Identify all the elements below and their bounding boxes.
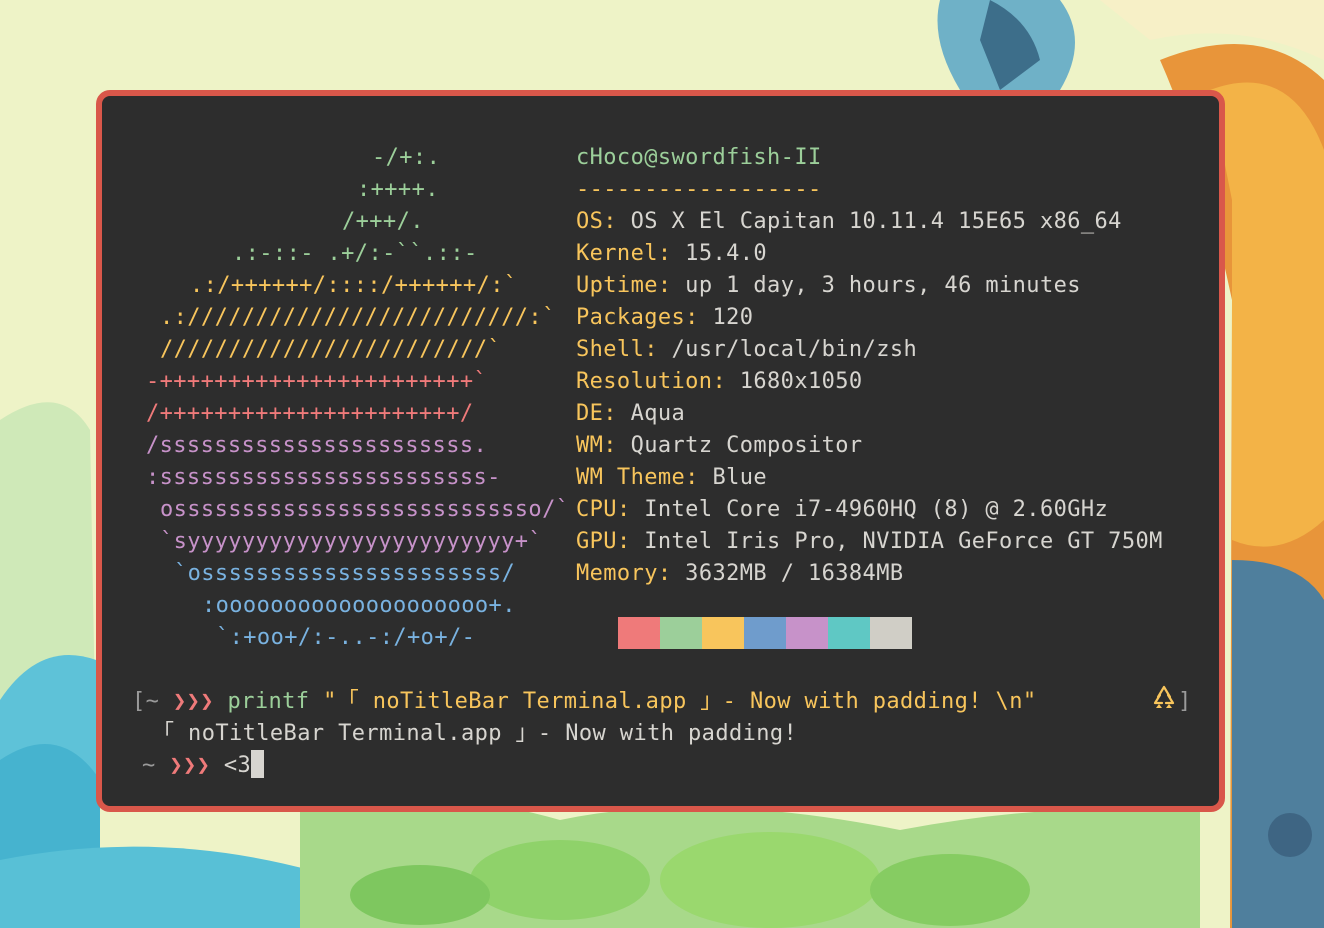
info-row: GPU: Intel Iris Pro, NVIDIA GeForce GT 7… xyxy=(576,529,1163,554)
info-value: OS X El Capitan 10.11.4 15E65 x86_64 xyxy=(630,209,1122,234)
terminal-window[interactable]: -/+:.:++++./+++/..:-::- .+/:-``.::-.:/++… xyxy=(96,90,1225,812)
palette-swatch xyxy=(618,617,660,649)
info-key: Resolution xyxy=(576,369,713,394)
prompt-line-2[interactable]: ~ ❯❯❯ <3 xyxy=(142,750,265,782)
palette-swatch xyxy=(870,617,912,649)
info-value: 120 xyxy=(712,305,754,330)
logo-line: `syyyyyyyyyyyyyyyyyyyyyyyy+` xyxy=(160,529,543,554)
palette-swatch xyxy=(786,617,828,649)
logo-line: /sssssssssssssssssssssss. xyxy=(146,433,488,458)
logo-line: -+++++++++++++++++++++++` xyxy=(146,369,488,394)
info-separator: ------------------ xyxy=(576,177,822,202)
info-key: OS xyxy=(576,209,604,234)
command-argument: "「 noTitleBar Terminal.app 」- Now with p… xyxy=(323,689,1037,714)
info-key: Shell xyxy=(576,337,645,362)
info-key: DE xyxy=(576,401,604,426)
info-value: Aqua xyxy=(630,401,686,426)
info-row: Kernel: 15.4.0 xyxy=(576,241,768,266)
info-key: Uptime xyxy=(576,273,658,298)
info-value: up 1 day, 3 hours, 46 minutes xyxy=(685,273,1081,298)
info-row: OS: OS X El Capitan 10.11.4 15E65 x86_64 xyxy=(576,209,1122,234)
info-row: CPU: Intel Core i7-4960HQ (8) @ 2.60GHz xyxy=(576,497,1109,522)
prompt-arrows: ❯❯❯ xyxy=(173,689,214,714)
recycle-icon xyxy=(1153,685,1175,708)
prompt-tilde: ~ xyxy=(142,753,156,778)
logo-line: :++++. xyxy=(357,177,439,202)
logo-line: :oooooooooooooooooooo+. xyxy=(202,593,516,618)
info-row: WM: Quartz Compositor xyxy=(576,433,863,458)
info-key: WM Theme xyxy=(576,465,686,490)
arrow-glyphs: ❯❯❯ xyxy=(172,689,214,714)
color-palette xyxy=(618,617,912,649)
info-value: /usr/local/bin/zsh xyxy=(671,337,918,362)
info-value: 1680x1050 xyxy=(739,369,863,394)
info-key: GPU xyxy=(576,529,617,554)
palette-swatch xyxy=(744,617,786,649)
logo-line: ////////////////////////` xyxy=(160,337,502,362)
logo-line: :ssssssssssssssssssssssss- xyxy=(146,465,501,490)
palette-swatch xyxy=(828,617,870,649)
logo-line: .:-::- .+/:-``.::- xyxy=(232,241,478,266)
command-text: printf xyxy=(227,689,310,714)
prompt-open: [~ xyxy=(132,689,160,714)
info-key: CPU xyxy=(576,497,617,522)
info-value: Quartz Compositor xyxy=(630,433,863,458)
user-host: cHoco@swordfish-II xyxy=(576,145,822,170)
info-row: DE: Aqua xyxy=(576,401,686,426)
logo-line: .:/++++++/::::/++++++/:` xyxy=(190,273,518,298)
info-key: Kernel xyxy=(576,241,658,266)
info-row: Uptime: up 1 day, 3 hours, 46 minutes xyxy=(576,273,1081,298)
palette-swatch xyxy=(702,617,744,649)
prompt-line-1: [~ ❯❯❯ printf "「 noTitleBar Terminal.app… xyxy=(132,686,1037,718)
palette-swatch xyxy=(660,617,702,649)
info-value: Blue xyxy=(712,465,768,490)
info-row: WM Theme: Blue xyxy=(576,465,768,490)
logo-line: `ossssssssssssssssssssss/ xyxy=(174,561,516,586)
text-cursor xyxy=(251,750,265,778)
logo-line: `:+oo+/:-..-:/+o+/- xyxy=(216,625,476,650)
info-value: 15.4.0 xyxy=(685,241,768,266)
info-value: Intel Core i7-4960HQ (8) @ 2.60GHz xyxy=(644,497,1109,522)
input-text: <3 xyxy=(223,753,252,778)
logo-line: osssssssssssssssssssssssssso/` xyxy=(160,497,570,522)
info-key: Packages xyxy=(576,305,686,330)
info-value: Intel Iris Pro, NVIDIA GeForce GT 750M xyxy=(644,529,1163,554)
info-row: Resolution: 1680x1050 xyxy=(576,369,863,394)
info-value: 3632MB / 16384MB xyxy=(685,561,904,586)
info-row: Memory: 3632MB / 16384MB xyxy=(576,561,904,586)
prompt-close: ] xyxy=(1178,689,1192,714)
info-row: Packages: 120 xyxy=(576,305,754,330)
logo-line: /+++/. xyxy=(342,209,424,234)
command-output: 「 noTitleBar Terminal.app 」- Now with pa… xyxy=(152,721,798,746)
logo-line: .://///////////////////////:` xyxy=(160,305,556,330)
logo-line: -/+:. xyxy=(372,145,441,170)
info-row: Shell: /usr/local/bin/zsh xyxy=(576,337,918,362)
info-key: Memory xyxy=(576,561,658,586)
logo-line: /++++++++++++++++++++++/ xyxy=(146,401,474,426)
info-key: WM xyxy=(576,433,604,458)
prompt-arrows-2: ❯❯❯ xyxy=(169,753,211,778)
